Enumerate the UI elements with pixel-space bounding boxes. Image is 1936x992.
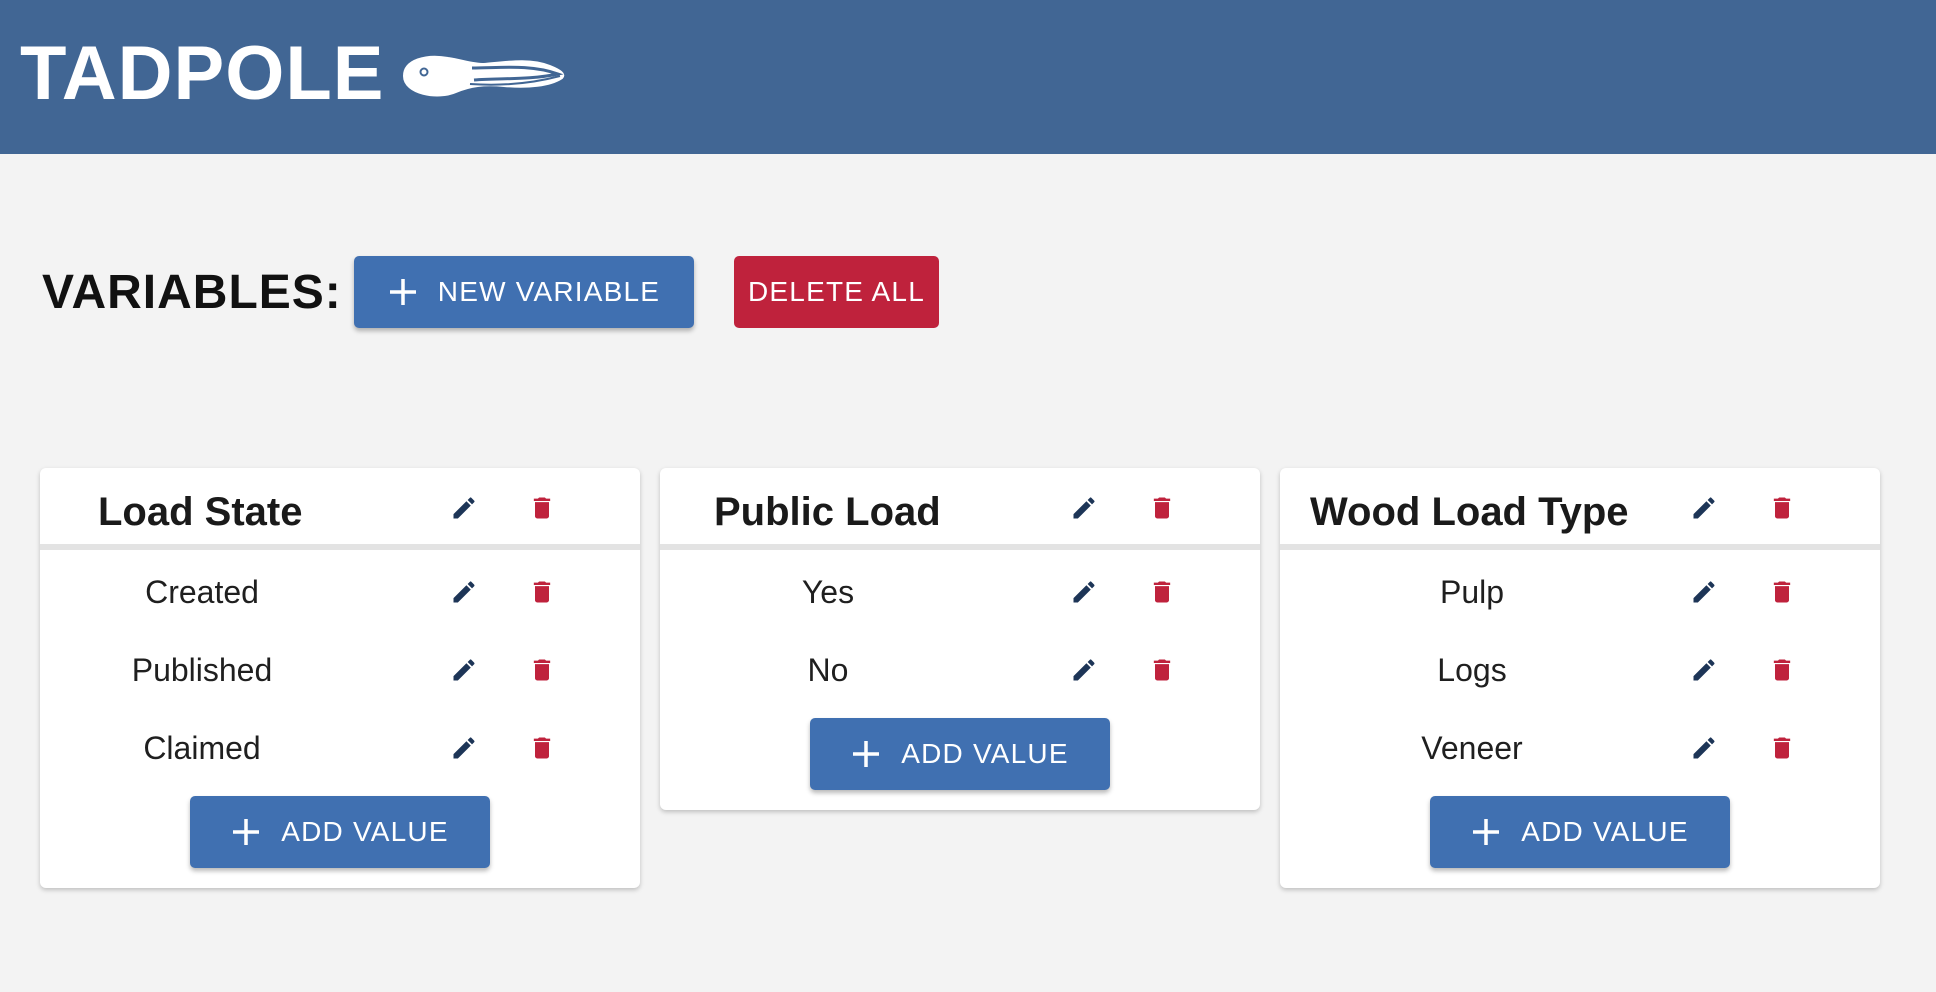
value-label: No	[807, 652, 849, 688]
value-label: Created	[145, 574, 259, 610]
pencil-icon	[450, 578, 478, 606]
delete-variable-button[interactable]	[524, 490, 560, 526]
pencil-icon	[1690, 578, 1718, 606]
value-row: No	[660, 632, 1260, 710]
variable-card: Public Load Yes No ADD VALUE	[660, 468, 1260, 810]
pencil-icon	[450, 656, 478, 684]
trash-icon	[1768, 656, 1796, 684]
edit-value-button[interactable]	[1066, 652, 1102, 688]
trash-icon	[1148, 656, 1176, 684]
tadpole-logo-icon	[402, 55, 565, 97]
pencil-icon	[1690, 656, 1718, 684]
variable-card-header: Load State	[40, 468, 640, 550]
add-value-label: ADD VALUE	[1521, 816, 1689, 847]
delete-variable-button[interactable]	[1764, 490, 1800, 526]
add-value-button[interactable]: ADD VALUE	[190, 796, 490, 868]
variable-card: Load State Created Published Claimed ADD VAL…	[40, 468, 640, 888]
value-label: Yes	[801, 574, 855, 610]
plus-icon	[1473, 819, 1500, 845]
trash-icon	[1768, 494, 1796, 522]
edit-value-button[interactable]	[1686, 730, 1722, 766]
trash-icon	[528, 656, 556, 684]
delete-value-button[interactable]	[1764, 574, 1800, 610]
pencil-icon	[450, 494, 478, 522]
value-label: Logs	[1437, 652, 1507, 688]
trash-icon	[528, 734, 556, 762]
edit-value-button[interactable]	[446, 574, 482, 610]
pencil-icon	[1690, 494, 1718, 522]
new-variable-button[interactable]: NEW VARIABLE	[354, 256, 694, 328]
edit-variable-button[interactable]	[446, 490, 482, 526]
variables-heading: VARIABLES:	[42, 265, 342, 319]
delete-value-button[interactable]	[1144, 574, 1180, 610]
edit-value-button[interactable]	[446, 652, 482, 688]
value-label: Claimed	[143, 730, 261, 766]
variable-card-header: Public Load	[660, 468, 1260, 550]
edit-value-button[interactable]	[1686, 574, 1722, 610]
value-row: Logs	[1280, 632, 1880, 710]
delete-value-button[interactable]	[524, 652, 560, 688]
pencil-icon	[1070, 494, 1098, 522]
value-label: Pulp	[1439, 574, 1505, 610]
delete-value-button[interactable]	[1764, 730, 1800, 766]
add-value-label: ADD VALUE	[281, 816, 449, 847]
trash-icon	[1148, 578, 1176, 606]
value-row: Pulp	[1280, 554, 1880, 632]
pencil-icon	[1690, 734, 1718, 762]
value-row: Veneer	[1280, 710, 1880, 788]
trash-icon	[1768, 734, 1796, 762]
pencil-icon	[1070, 656, 1098, 684]
value-row: Claimed	[40, 710, 640, 788]
value-label: Veneer	[1421, 730, 1523, 766]
add-value-label: ADD VALUE	[901, 738, 1069, 769]
pencil-icon	[1070, 578, 1098, 606]
trash-icon	[528, 494, 556, 522]
variable-name: Load State	[98, 490, 303, 534]
variable-name: Public Load	[714, 490, 941, 534]
delete-value-button[interactable]	[524, 574, 560, 610]
app-title: TADPOLE	[20, 31, 385, 116]
delete-value-button[interactable]	[1764, 652, 1800, 688]
app-header: TADPOLE	[0, 0, 1936, 154]
edit-value-button[interactable]	[1066, 574, 1102, 610]
add-value-button[interactable]: ADD VALUE	[810, 718, 1110, 790]
value-row: Published	[40, 632, 640, 710]
variable-name: Wood Load Type	[1310, 490, 1629, 534]
plus-icon	[853, 741, 880, 767]
new-variable-label: NEW VARIABLE	[437, 276, 661, 307]
pencil-icon	[450, 734, 478, 762]
delete-all-label: DELETE ALL	[748, 276, 925, 307]
variables-toolbar: VARIABLES:	[42, 256, 342, 328]
plus-icon	[389, 279, 416, 305]
variable-card-header: Wood Load Type	[1280, 468, 1880, 550]
plus-icon	[233, 819, 260, 845]
value-label: Published	[131, 652, 273, 688]
value-row: Created	[40, 554, 640, 632]
delete-all-button[interactable]: DELETE ALL	[734, 256, 939, 328]
trash-icon	[1148, 494, 1176, 522]
edit-value-button[interactable]	[446, 730, 482, 766]
add-value-button[interactable]: ADD VALUE	[1430, 796, 1730, 868]
edit-variable-button[interactable]	[1686, 490, 1722, 526]
edit-variable-button[interactable]	[1066, 490, 1102, 526]
variable-card: Wood Load Type Pulp Logs Veneer ADD VALUE	[1280, 468, 1880, 888]
delete-value-button[interactable]	[524, 730, 560, 766]
trash-icon	[1768, 578, 1796, 606]
delete-value-button[interactable]	[1144, 652, 1180, 688]
value-row: Yes	[660, 554, 1260, 632]
edit-value-button[interactable]	[1686, 652, 1722, 688]
delete-variable-button[interactable]	[1144, 490, 1180, 526]
trash-icon	[528, 578, 556, 606]
